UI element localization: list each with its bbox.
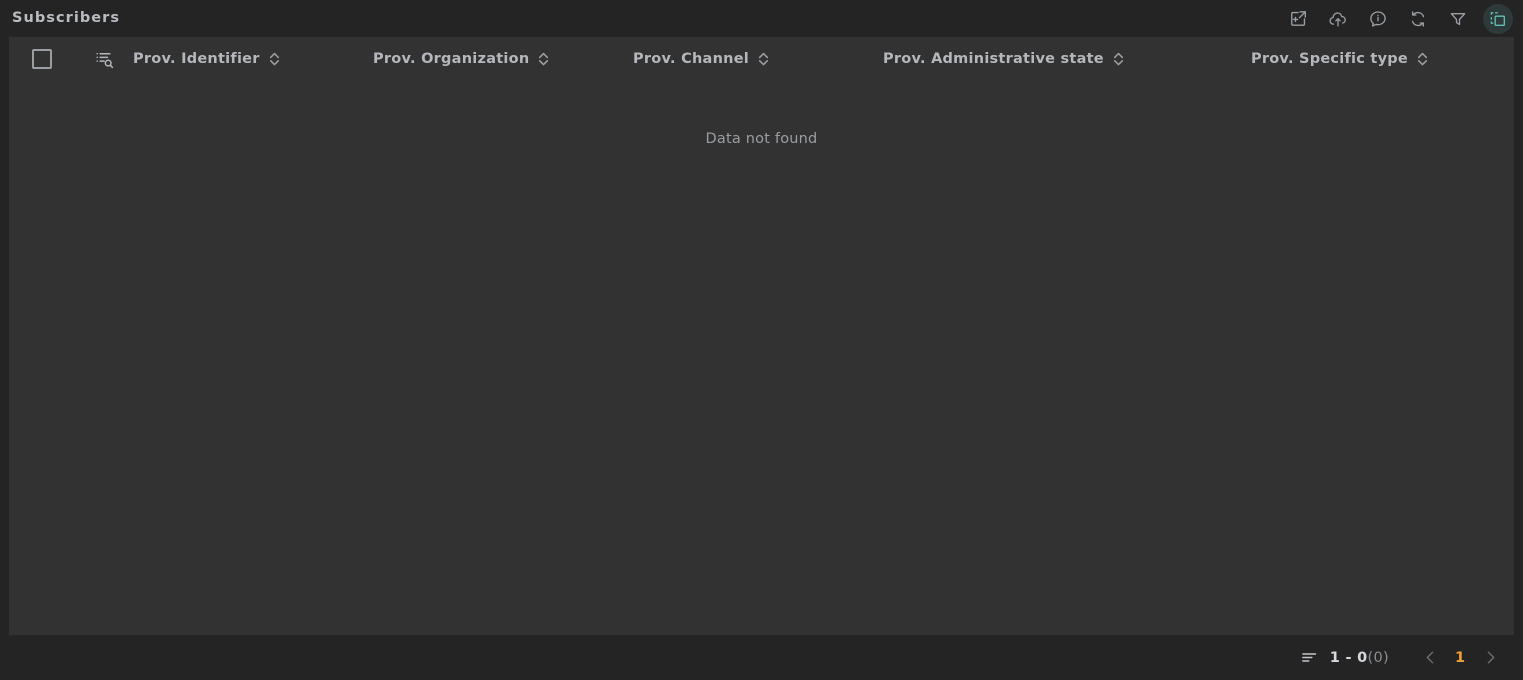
column-header-prov-administrative-state[interactable]: Prov. Administrative state	[883, 51, 1213, 67]
page-title: Subscribers	[12, 10, 121, 27]
empty-state-message: Data not found	[705, 131, 818, 147]
next-page-button[interactable]	[1473, 641, 1507, 675]
row-range-value: 1 - 0	[1329, 649, 1368, 666]
column-header-label: Prov. Specific type	[1250, 51, 1408, 67]
rows-per-page-icon[interactable]	[1296, 644, 1324, 672]
column-header-label: Prov. Organization	[373, 51, 530, 67]
column-header-label: Prov. Channel	[633, 51, 750, 67]
export-window-icon[interactable]	[1283, 4, 1313, 34]
select-all-checkbox[interactable]	[32, 49, 52, 69]
table-body: Data not found	[9, 81, 1514, 635]
list-search-icon[interactable]	[75, 49, 133, 70]
column-header-prov-identifier[interactable]: Prov. Identifier	[133, 51, 373, 67]
select-all-cell	[9, 49, 75, 69]
cloud-upload-icon[interactable]	[1323, 4, 1353, 34]
info-bubble-icon[interactable]	[1363, 4, 1393, 34]
subscribers-table-panel: Prov. Identifier Prov. Organization Prov…	[9, 37, 1514, 635]
column-header-prov-channel[interactable]: Prov. Channel	[633, 51, 883, 67]
toolbar	[1283, 0, 1513, 37]
previous-page-button[interactable]	[1413, 641, 1447, 675]
row-total-value: (0)	[1367, 649, 1389, 666]
sort-toggle-icon[interactable]	[1112, 51, 1125, 67]
sort-toggle-icon[interactable]	[757, 51, 770, 67]
sort-toggle-icon[interactable]	[268, 51, 281, 67]
column-header-prov-specific-type[interactable]: Prov. Specific type	[1213, 51, 1503, 67]
sort-toggle-icon[interactable]	[537, 51, 550, 67]
row-range-label: 1 - 0(0)	[1330, 650, 1389, 666]
filter-funnel-icon[interactable]	[1443, 4, 1473, 34]
sort-toggle-icon[interactable]	[1416, 51, 1429, 67]
pagination: 1 - 0(0) 1	[1296, 641, 1507, 675]
subscribers-window: Subscribers Prov. Identifier Prov. Organ…	[0, 0, 1523, 680]
page-number-1[interactable]: 1	[1447, 650, 1473, 666]
column-header-prov-organization[interactable]: Prov. Organization	[373, 51, 633, 67]
table-header-row: Prov. Identifier Prov. Organization Prov…	[9, 37, 1514, 81]
column-header-label: Prov. Identifier	[133, 51, 260, 67]
table-footer: 1 - 0(0) 1	[0, 635, 1523, 680]
window-titlebar: Subscribers	[0, 0, 1523, 37]
column-header-label: Prov. Administrative state	[883, 51, 1104, 67]
column-select-icon[interactable]	[1483, 3, 1513, 34]
refresh-icon[interactable]	[1403, 4, 1433, 34]
